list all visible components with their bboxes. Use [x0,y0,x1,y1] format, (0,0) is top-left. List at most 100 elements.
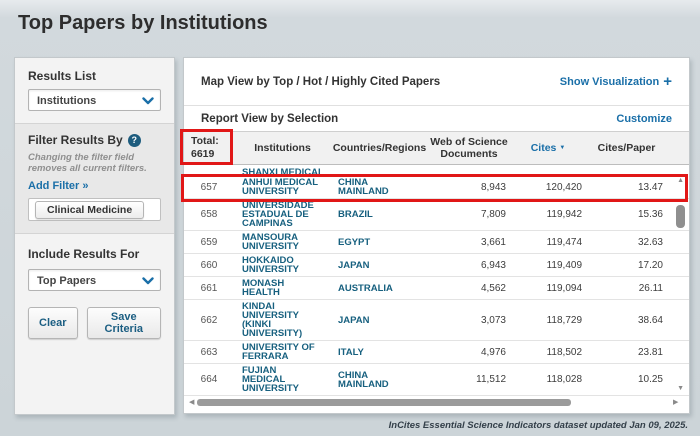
add-filter-link[interactable]: Add Filter » [28,180,89,192]
dataset-update-note: InCites Essential Science Indicators dat… [389,420,688,431]
institution-link[interactable]: MANSOURA UNIVERSITY [234,233,331,251]
column-header-documents[interactable]: Web of Science Documents [428,136,510,160]
rank-cell: 664 [184,374,234,385]
scroll-down-icon[interactable]: ▼ [677,385,684,392]
cites-cell: 120,420 [510,182,586,193]
institution-link[interactable]: KINDAI UNIVERSITY (KINKI UNIVERSITY) [234,302,331,338]
customize-link[interactable]: Customize [616,113,672,125]
scroll-left-icon[interactable]: ◀ [189,399,194,407]
institution-link[interactable]: FUJIAN MEDICAL UNIVERSITY [234,366,331,393]
cites-per-paper-cell: 13.47 [586,182,667,193]
column-header-cites-per-paper[interactable]: Cites/Paper [586,142,667,154]
institution-link[interactable]: HOKKAIDO UNIVERSITY [234,256,331,274]
column-header-countries[interactable]: Countries/Regions [331,142,428,154]
institution-link[interactable]: UNIVERSIDADE ESTADUAL DE CAMPINAS [234,201,331,228]
scroll-right-icon[interactable]: ▶ [673,399,678,407]
filter-note: Changing the filter field removes all cu… [28,152,161,174]
show-visualization-link[interactable]: Show Visualization + [560,76,672,88]
table-row: 662 KINDAI UNIVERSITY (KINKI UNIVERSITY)… [184,300,689,341]
table-row: 658 UNIVERSIDADE ESTADUAL DE CAMPINAS BR… [184,199,689,231]
institution-link[interactable]: ANHUI MEDICAL UNIVERSITY [234,178,331,196]
vertical-scrollbar-thumb[interactable] [676,205,685,228]
cites-per-paper-cell: 26.11 [586,283,667,294]
cites-per-paper-cell: 32.63 [586,237,667,248]
rank-cell: 659 [184,237,234,248]
column-header-cites[interactable]: Cites ▼ [510,142,586,154]
country-cell: BRAZIL [331,210,428,219]
documents-cell: 3,661 [428,237,510,248]
column-header-institutions[interactable]: Institutions [234,142,331,154]
table-row: 664 FUJIAN MEDICAL UNIVERSITY CHINA MAIN… [184,364,689,396]
scroll-up-icon[interactable]: ▲ [677,177,684,184]
table-row: 657 ANHUI MEDICAL UNIVERSITY CHINA MAINL… [184,176,689,199]
include-results-select[interactable]: Top Papers [28,269,161,291]
rank-cell: 657 [184,182,234,193]
include-results-value: Top Papers [37,275,96,287]
show-visualization-label: Show Visualization [560,76,659,88]
table-row: 659 MANSOURA UNIVERSITY EGYPT 3,661 119,… [184,231,689,254]
documents-cell: 8,943 [428,182,510,193]
map-view-heading: Map View by Top / Hot / Highly Cited Pap… [201,76,440,88]
filter-field: Clinical Medicine [28,198,161,221]
cites-cell: 119,942 [510,209,586,220]
country-cell: AUSTRALIA [331,284,428,293]
country-cell: CHINA MAINLAND [331,371,428,389]
total-value: 6619 [191,148,234,161]
cites-per-paper-cell: 10.25 [586,374,667,385]
cites-cell: 119,094 [510,283,586,294]
table-header-row: Total: 6619 Institutions Countries/Regio… [184,131,689,165]
main-panel: Map View by Top / Hot / Highly Cited Pap… [183,57,690,414]
results-list-select[interactable]: Institutions [28,89,161,111]
cites-cell: 118,502 [510,347,586,358]
help-icon[interactable]: ? [128,134,141,147]
documents-cell: 4,562 [428,283,510,294]
table-row-partial: SHANXI MEDICAL UNIVERSITY [184,165,689,176]
cites-per-paper-cell: 17.20 [586,260,667,271]
rank-cell: 663 [184,347,234,358]
institution-link[interactable]: UNIVERSITY OF FERRARA [234,343,331,361]
rank-cell: 658 [184,209,234,220]
table-row: 663 UNIVERSITY OF FERRARA ITALY 4,976 11… [184,341,689,364]
total-count: Total: 6619 [184,135,234,161]
total-label: Total: [191,135,234,148]
cites-cell: 118,028 [510,374,586,385]
rank-cell: 660 [184,260,234,271]
documents-cell: 3,073 [428,315,510,326]
cites-cell: 118,729 [510,315,586,326]
cites-label: Cites [531,142,557,154]
cites-cell: 119,474 [510,237,586,248]
horizontal-scrollbar: ◀ ▶ [184,397,689,409]
include-results-for-label: Include Results For [28,247,161,261]
country-cell: ITALY [331,348,428,357]
country-cell: JAPAN [331,316,428,325]
horizontal-scrollbar-thumb[interactable] [197,399,571,406]
table-row: 660 HOKKAIDO UNIVERSITY JAPAN 6,943 119,… [184,254,689,277]
institution-link[interactable]: SHANXI MEDICAL UNIVERSITY [234,168,331,176]
filter-section: Filter Results By ? Changing the filter … [15,123,174,234]
country-cell: JAPAN [331,261,428,270]
rank-cell: 662 [184,315,234,326]
documents-cell: 6,943 [428,260,510,271]
documents-cell: 7,809 [428,209,510,220]
report-view-heading: Report View by Selection [201,113,338,125]
filter-chip-clinical-medicine[interactable]: Clinical Medicine [35,201,144,219]
cites-cell: 119,409 [510,260,586,271]
save-criteria-button[interactable]: Save Criteria [87,307,161,339]
results-list-label: Results List [28,69,161,83]
table-row: 661 MONASH HEALTH AUSTRALIA 4,562 119,09… [184,277,689,300]
results-list-value: Institutions [37,95,96,107]
documents-cell: 4,976 [428,347,510,358]
rank-cell: 661 [184,283,234,294]
cites-per-paper-cell: 23.81 [586,347,667,358]
page-title: Top Papers by Institutions [18,12,268,35]
institution-link[interactable]: MONASH HEALTH [234,279,331,297]
country-cell: CHINA MAINLAND [331,178,428,196]
table-body: SHANXI MEDICAL UNIVERSITY 657 ANHUI MEDI… [184,165,689,396]
sort-descending-icon: ▼ [559,145,565,151]
documents-cell: 11,512 [428,374,510,385]
sidebar: Results List Institutions Filter Results… [14,57,175,415]
cites-per-paper-cell: 15.36 [586,209,667,220]
clear-button[interactable]: Clear [28,307,78,339]
cites-per-paper-cell: 38.64 [586,315,667,326]
filter-results-by-label: Filter Results By [28,133,123,147]
